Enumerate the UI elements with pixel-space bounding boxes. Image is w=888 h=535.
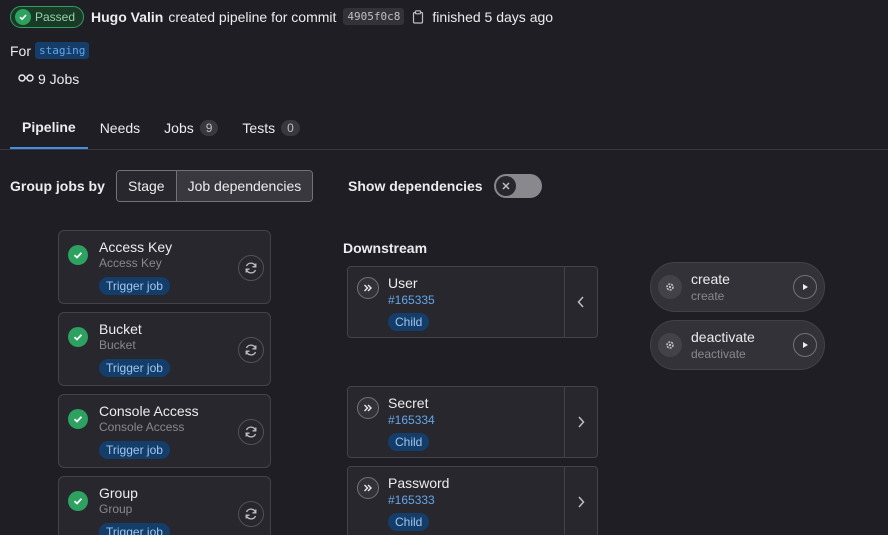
- play-icon[interactable]: [793, 333, 817, 357]
- child-job-name: deactivate: [691, 329, 755, 345]
- check-circle-icon: [68, 327, 88, 347]
- job-stage: Group: [99, 502, 133, 516]
- finished-text: finished 5 days ago: [432, 8, 554, 25]
- pipeline-header: Hugo Valin created pipeline for commit 4…: [91, 8, 553, 25]
- check-circle-icon: [68, 491, 88, 511]
- child-job-name: create: [691, 271, 730, 287]
- trigger-badge: Trigger job: [99, 523, 170, 535]
- tab-label: Pipeline: [22, 119, 76, 135]
- retry-icon[interactable]: [238, 501, 264, 527]
- close-icon: [496, 176, 516, 196]
- show-dependencies-toggle[interactable]: [494, 174, 542, 198]
- job-card[interactable]: Console Access Console Access Trigger jo…: [58, 394, 271, 468]
- job-stage: Access Key: [99, 256, 162, 270]
- trigger-badge: Trigger job: [99, 277, 170, 295]
- downstream-name: Secret: [388, 395, 429, 411]
- job-stage: Console Access: [99, 420, 185, 434]
- chevron-right-icon: [578, 496, 585, 508]
- retry-icon[interactable]: [238, 419, 264, 445]
- chevron-left-icon: [577, 296, 584, 308]
- job-card[interactable]: Group Group Trigger job: [58, 476, 271, 535]
- commit-sha[interactable]: 4905f0c8: [343, 8, 405, 25]
- child-badge: Child: [388, 433, 430, 451]
- child-badge: Child: [388, 313, 430, 331]
- tab-label: Needs: [99, 120, 141, 136]
- job-name: Group: [99, 485, 138, 501]
- jobs-count-text: 9 Jobs: [38, 71, 80, 87]
- job-name: Console Access: [99, 403, 199, 419]
- downstream-name: Password: [388, 475, 450, 491]
- chevron-right-icon: [578, 416, 585, 428]
- child-badge: Child: [388, 513, 430, 531]
- downstream-name: User: [388, 275, 418, 291]
- ref-tag[interactable]: staging: [35, 42, 90, 59]
- status-label: Passed: [35, 10, 76, 24]
- author-name[interactable]: Hugo Valin: [91, 9, 163, 25]
- group-by-stage-button[interactable]: Stage: [117, 171, 176, 201]
- tab-label: Jobs: [164, 120, 194, 136]
- tab-count: 0: [281, 120, 300, 136]
- job-stage: Bucket: [99, 338, 136, 352]
- collapse-button[interactable]: [564, 267, 597, 337]
- group-jobs-label: Group jobs by: [10, 178, 105, 194]
- downstream-id-link[interactable]: #165333: [388, 493, 435, 507]
- group-by-toggle: Stage Job dependencies: [116, 170, 314, 202]
- tab-tests[interactable]: Tests 0: [230, 107, 311, 149]
- play-icon[interactable]: [793, 275, 817, 299]
- tab-jobs[interactable]: Jobs 9: [152, 107, 230, 149]
- chevron-double-right-icon: [357, 277, 379, 299]
- expand-button[interactable]: [564, 387, 597, 457]
- for-label: For: [10, 42, 31, 59]
- group-by-dependencies-button[interactable]: Job dependencies: [175, 171, 313, 201]
- downstream-id-link[interactable]: #165335: [388, 293, 435, 307]
- tab-needs[interactable]: Needs: [88, 107, 152, 149]
- retry-icon[interactable]: [238, 337, 264, 363]
- job-name: Bucket: [99, 321, 142, 337]
- tab-count: 9: [199, 120, 219, 136]
- check-circle-icon: [68, 245, 88, 265]
- job-card[interactable]: Bucket Bucket Trigger job: [58, 312, 271, 386]
- downstream-pipeline-card[interactable]: User #165335 Child: [347, 266, 598, 338]
- job-name: Access Key: [99, 239, 173, 255]
- gear-icon: [658, 333, 682, 357]
- child-job-stage: create: [691, 289, 725, 303]
- child-job[interactable]: create create: [650, 262, 825, 312]
- child-job[interactable]: deactivate deactivate: [650, 320, 825, 370]
- pipeline-icon: [18, 71, 34, 87]
- retry-icon[interactable]: [238, 255, 264, 281]
- chevron-double-right-icon: [357, 477, 379, 499]
- expand-button[interactable]: [564, 467, 597, 535]
- tab-label: Tests: [242, 120, 276, 136]
- copy-icon[interactable]: [411, 9, 425, 25]
- show-dependencies-label: Show dependencies: [348, 178, 483, 194]
- downstream-id-link[interactable]: #165334: [388, 413, 435, 427]
- downstream-pipeline-card[interactable]: Secret #165334 Child: [347, 386, 598, 458]
- trigger-badge: Trigger job: [99, 359, 170, 377]
- check-circle-icon: [68, 409, 88, 429]
- gear-icon: [658, 275, 682, 299]
- pipeline-tabs: Pipeline Needs Jobs 9 Tests 0: [10, 107, 312, 149]
- check-circle-icon: [15, 9, 31, 25]
- trigger-badge: Trigger job: [99, 441, 170, 459]
- tabs-divider: [0, 149, 888, 150]
- downstream-pipeline-card[interactable]: Password #165333 Child: [347, 466, 598, 535]
- ref-line: For staging: [10, 42, 90, 59]
- jobs-count: 9 Jobs: [18, 71, 79, 87]
- status-badge[interactable]: Passed: [10, 6, 85, 28]
- chevron-double-right-icon: [357, 397, 379, 419]
- action-text: created pipeline for commit: [168, 8, 337, 25]
- tab-pipeline[interactable]: Pipeline: [10, 107, 88, 149]
- downstream-label: Downstream: [343, 240, 428, 256]
- job-card[interactable]: Access Key Access Key Trigger job: [58, 230, 271, 304]
- child-job-stage: deactivate: [691, 347, 746, 361]
